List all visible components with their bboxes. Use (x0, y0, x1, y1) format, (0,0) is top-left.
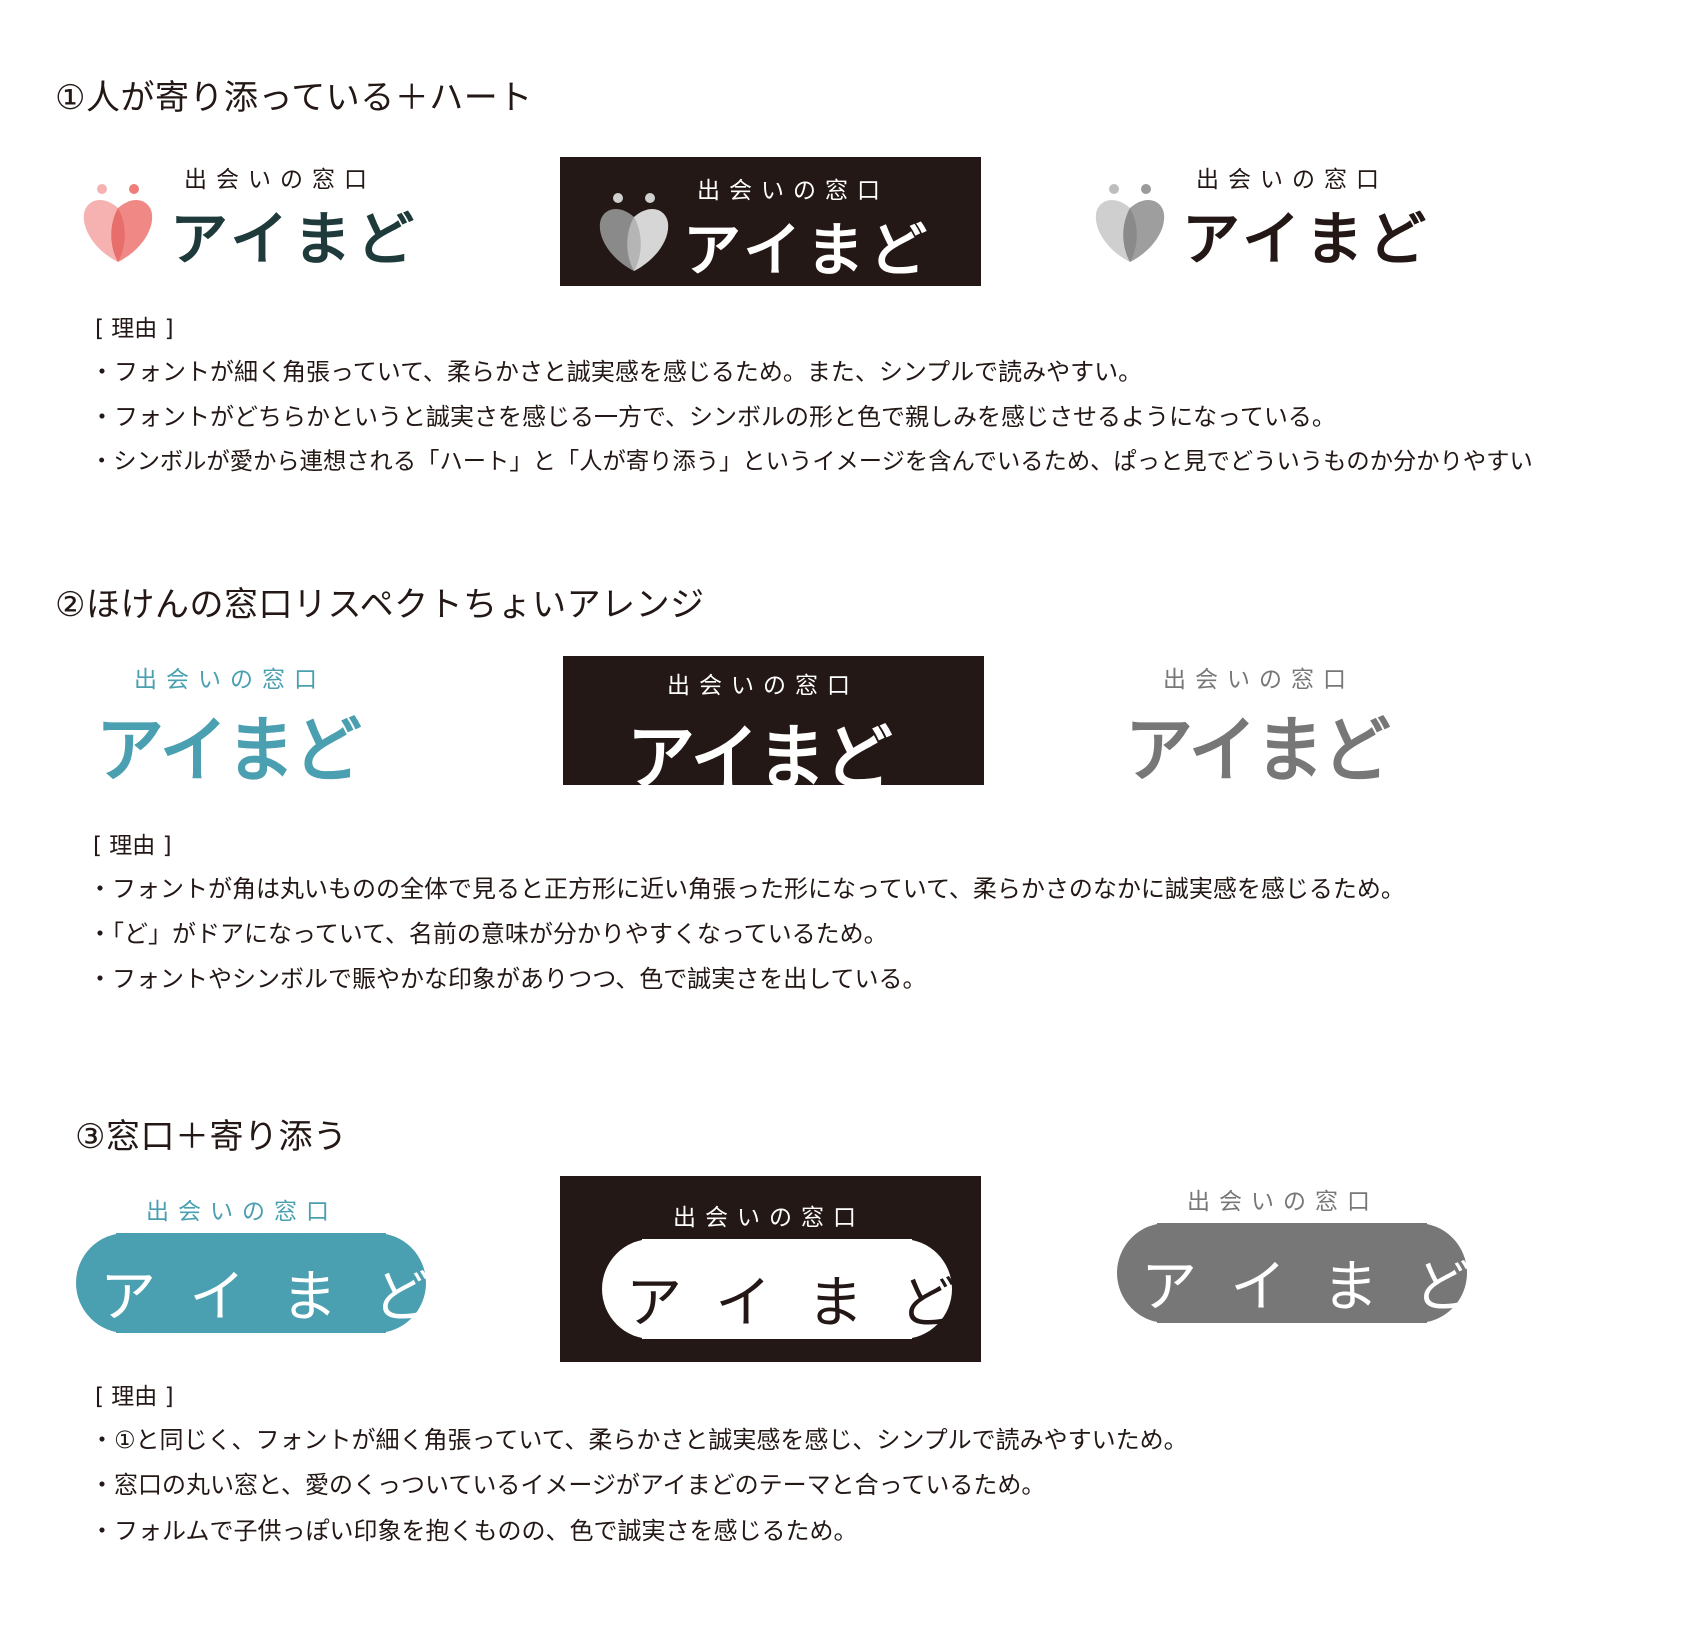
reason-line: ・「ど」がドアになっていて、名前の意味が分かりやすくなっているため。 (88, 920, 888, 948)
logo-3-inverse: 出会いの窓口 アイまど (560, 1176, 981, 1362)
logo-subtitle: 出会いの窓口 (1196, 167, 1388, 193)
logo-subtitle: 出会いの窓口 (697, 178, 889, 204)
reason-label: [ 理由 ] (93, 833, 172, 859)
logo-1-gray: 出会いの窓口 アイまど (1092, 160, 1452, 273)
reason-label: [ 理由 ] (95, 1384, 174, 1410)
reason-line: ・フォントが細く角張っていて、柔らかさと誠実感を感じるため。また、シンプルで読み… (90, 358, 1143, 386)
logo-wordmark: アイまど (683, 216, 933, 284)
reason-line: ・窓口の丸い窓と、愛のくっついているイメージがアイまどのテーマと合っているため。 (90, 1471, 1046, 1499)
reason-line: ・シンボルが愛から連想される「ハート」と「人が寄り添う」というイメージを含んでい… (90, 448, 1533, 475)
logo-subtitle: 出会いの窓口 (146, 1199, 338, 1225)
reason-line: ・①と同じく、フォントが細く角張っていて、柔らかさと誠実感を感じ、シンプルで読み… (90, 1426, 1188, 1454)
logo-wordmark: アイまど (96, 709, 362, 793)
heart-people-icon (1095, 184, 1165, 262)
logo-subtitle: 出会いの窓口 (1163, 667, 1355, 693)
logo-2-gray: 出会いの窓口 アイまど (1125, 660, 1425, 793)
logo-2-color: 出会いの窓口 アイまど (96, 660, 396, 793)
logo-wordmark: アイまど (626, 1271, 992, 1336)
heart-people-icon (83, 184, 153, 262)
logo-subtitle: 出会いの窓口 (1187, 1189, 1379, 1215)
logo-3-gray: 出会いの窓口 アイまど (1117, 1182, 1470, 1327)
logo-wordmark: アイまど (627, 717, 893, 801)
reason-line: ・フォントがどちらかというと誠実さを感じる一方で、シンボルの形と色で親しみを感じ… (90, 403, 1336, 431)
logo-2-inverse: 出会いの窓口 アイまど (563, 656, 984, 801)
logo-wordmark: アイまど (1141, 1255, 1507, 1320)
reason-line: ・フォントが角は丸いものの全体で見ると正方形に近い角張った形になっていて、柔らか… (88, 875, 1405, 903)
logo-3-color: 出会いの窓口 アイまど (76, 1192, 429, 1337)
logo-subtitle: 出会いの窓口 (667, 673, 859, 699)
logo-subtitle: 出会いの窓口 (673, 1205, 865, 1231)
logo-wordmark: アイまど (1125, 709, 1391, 793)
logo-1-color: 出会いの窓口 アイまど (80, 160, 440, 273)
reason-line: ・フォントやシンボルで賑やかな印象がありつつ、色で誠実さを出している。 (88, 965, 927, 993)
reason-label: [ 理由 ] (95, 316, 174, 342)
section-1-title: ①人が寄り添っている＋ハート (55, 78, 533, 118)
heart-people-icon (599, 193, 669, 271)
section-3-title: ③窓口＋寄り添う (75, 1117, 348, 1157)
section-2-title: ②ほけんの窓口リスペクトちょいアレンジ (55, 585, 705, 625)
logo-wordmark: アイまど (100, 1265, 466, 1330)
logo-subtitle: 出会いの窓口 (184, 167, 376, 193)
reason-line: ・フォルムで子供っぽい印象を抱くものの、色で誠実さを感じるため。 (90, 1517, 858, 1545)
logo-subtitle: 出会いの窓口 (134, 667, 326, 693)
logo-wordmark: アイまど (170, 205, 420, 273)
logo-1-inverse: 出会いの窓口 アイまど (560, 157, 981, 286)
logo-wordmark: アイまど (1182, 205, 1432, 273)
